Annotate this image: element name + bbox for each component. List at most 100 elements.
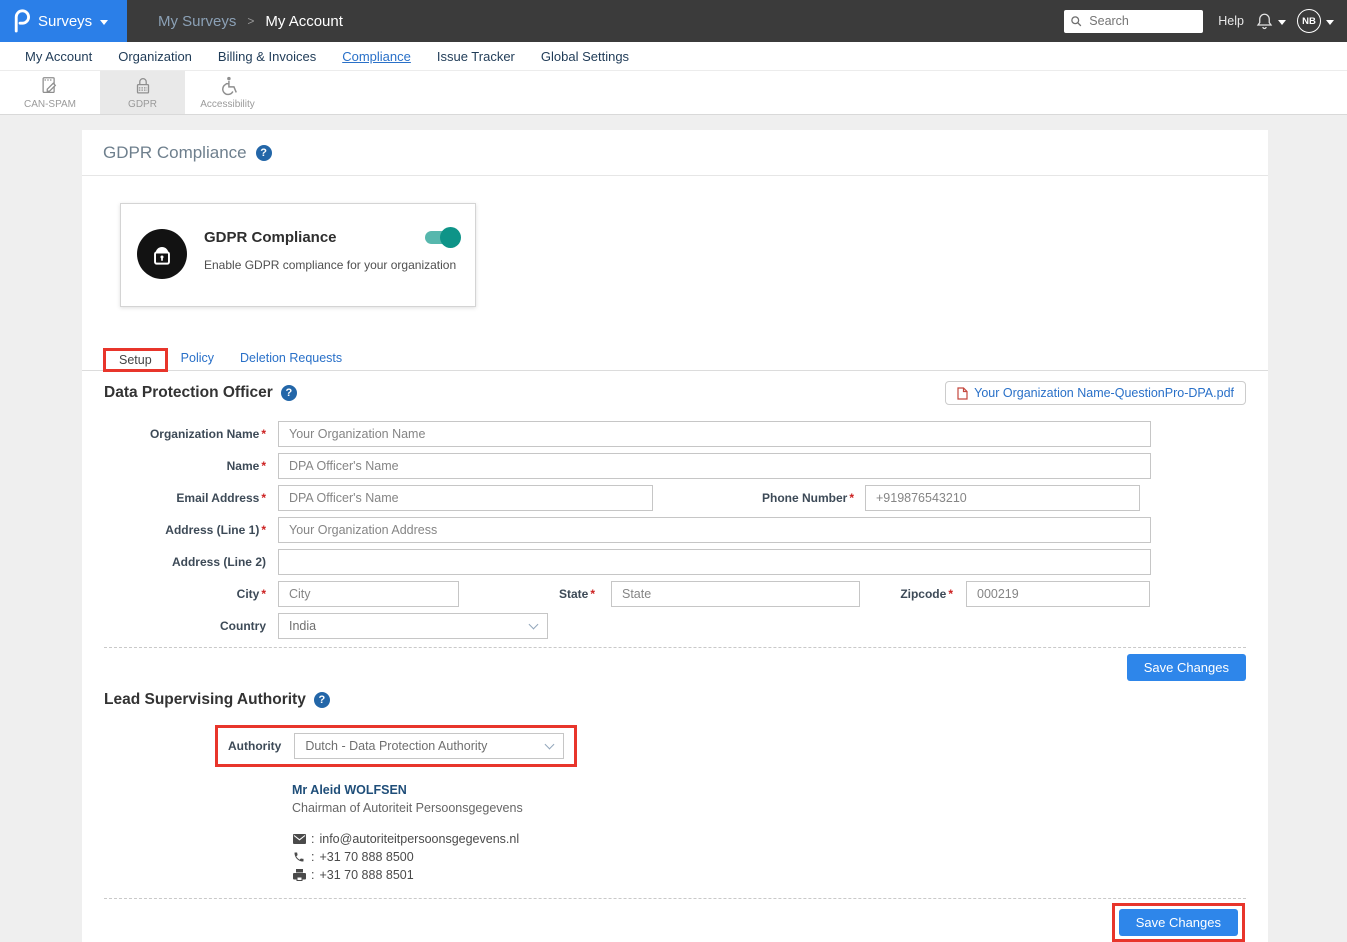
document-edit-icon (39, 75, 61, 97)
country-label: Country (104, 619, 278, 633)
account-menu[interactable]: NB (1297, 9, 1334, 33)
toggle-knob (440, 227, 461, 248)
lsa-heading: Lead Supervising Authority (104, 691, 306, 709)
required-marker: * (948, 587, 953, 601)
required-marker: * (261, 491, 266, 505)
tab-setup[interactable]: Setup (106, 348, 165, 372)
pdf-file-icon (957, 387, 968, 400)
organization-name-label: Organization Name* (104, 427, 278, 441)
zipcode-field[interactable] (966, 581, 1150, 607)
help-icon[interactable] (314, 692, 330, 708)
gdpr-card-title: GDPR Compliance (204, 229, 456, 246)
gdpr-toggle[interactable] (425, 231, 458, 244)
address-line2-label: Address (Line 2) (104, 555, 278, 569)
help-icon[interactable] (281, 385, 297, 401)
email-label: Email Address* (104, 491, 278, 505)
nav-item-organization[interactable]: Organization (105, 49, 205, 64)
required-marker: * (261, 523, 266, 537)
authority-label: Authority (228, 739, 281, 753)
country-select[interactable]: India (278, 613, 548, 639)
product-menu[interactable]: Surveys (0, 0, 127, 42)
contact-email-value: info@autoriteitpersoonsgegevens.nl (319, 832, 519, 846)
breadcrumb-my-account: My Account (265, 13, 343, 30)
required-marker: * (849, 491, 854, 505)
authority-select[interactable]: Dutch - Data Protection Authority (294, 733, 564, 759)
chevron-down-icon (1278, 20, 1286, 25)
form-row: Address (Line 2) (104, 549, 1246, 575)
annotation-box: Setup (103, 348, 168, 372)
tab-gdpr[interactable]: GDPR (100, 71, 185, 114)
account-nav: My Account Organization Billing & Invoic… (0, 42, 1347, 71)
tab-can-spam[interactable]: CAN-SPAM (0, 71, 100, 114)
section-divider (104, 647, 1246, 648)
annotation-box: Authority Dutch - Data Protection Author… (215, 725, 577, 767)
page-title-bar: GDPR Compliance (82, 130, 1268, 176)
nav-item-billing-invoices[interactable]: Billing & Invoices (205, 49, 329, 64)
authority-selected-value: Dutch - Data Protection Authority (305, 739, 487, 753)
contact-fax-line: : +31 70 888 8501 (292, 868, 1246, 882)
dpo-heading: Data Protection Officer (104, 384, 273, 402)
authority-contact-lines: : info@autoriteitpersoonsgegevens.nl : +… (292, 832, 1246, 882)
chevron-down-icon (1326, 20, 1334, 25)
address-line1-field[interactable] (278, 517, 1151, 543)
tab-policy[interactable]: Policy (168, 346, 227, 370)
search-box[interactable] (1064, 10, 1203, 33)
lsa-save-button[interactable]: Save Changes (1119, 909, 1238, 936)
tab-accessibility[interactable]: Accessibility (185, 71, 270, 114)
name-field[interactable] (278, 453, 1151, 479)
organization-name-field[interactable] (278, 421, 1151, 447)
tab-label: CAN-SPAM (24, 99, 76, 110)
nav-item-global-settings[interactable]: Global Settings (528, 49, 642, 64)
authority-contact-name: Mr Aleid WOLFSEN (292, 783, 1246, 797)
compliance-icon-tabs: CAN-SPAM GDPR Accessibility (0, 71, 1347, 115)
nav-item-compliance[interactable]: Compliance (329, 49, 424, 64)
setup-tabs-row: Setup Policy Deletion Requests (82, 344, 1268, 371)
tab-deletion-requests[interactable]: Deletion Requests (227, 346, 355, 370)
state-label: State* (459, 587, 611, 601)
search-input[interactable] (1087, 13, 1197, 29)
city-field[interactable] (278, 581, 459, 607)
wheelchair-icon (217, 75, 239, 97)
contact-fax-value: +31 70 888 8501 (319, 868, 413, 882)
authority-row: Authority Dutch - Data Protection Author… (215, 725, 1246, 767)
contact-separator: : (311, 868, 314, 882)
questionpro-logo-icon (11, 9, 30, 33)
lsa-save-row: Save Changes (104, 903, 1246, 942)
notifications-menu[interactable] (1255, 11, 1286, 31)
lsa-section-head: Lead Supervising Authority (104, 691, 1246, 709)
required-marker: * (261, 459, 266, 473)
state-field[interactable] (611, 581, 860, 607)
contact-separator: : (311, 850, 314, 864)
help-link[interactable]: Help (1218, 14, 1244, 28)
required-marker: * (590, 587, 595, 601)
form-row: Email Address* Phone Number* (104, 485, 1246, 511)
lock-badge-icon (137, 229, 187, 279)
chevron-down-icon (529, 619, 539, 629)
required-marker: * (261, 427, 266, 441)
form-row: City* State* Zipcode* (104, 581, 1246, 607)
product-menu-label: Surveys (38, 13, 92, 30)
nav-item-my-account[interactable]: My Account (12, 49, 105, 64)
dpa-pdf-button[interactable]: Your Organization Name-QuestionPro-DPA.p… (945, 381, 1246, 405)
contact-email-line: : info@autoriteitpersoonsgegevens.nl (292, 832, 1246, 846)
gdpr-toggle-card: GDPR Compliance Enable GDPR compliance f… (120, 203, 476, 307)
tab-label: Accessibility (200, 99, 254, 110)
phone-field[interactable] (865, 485, 1140, 511)
breadcrumb-my-surveys[interactable]: My Surveys (158, 13, 236, 30)
address-line2-field[interactable] (278, 549, 1151, 575)
chevron-down-icon (100, 20, 108, 25)
padlock-icon (132, 75, 154, 97)
dpo-save-button[interactable]: Save Changes (1127, 654, 1246, 681)
breadcrumb-separator: > (247, 14, 254, 28)
email-field[interactable] (278, 485, 653, 511)
section-divider (104, 898, 1246, 899)
address-line1-label: Address (Line 1)* (104, 523, 278, 537)
lsa-section: Lead Supervising Authority Authority Dut… (82, 691, 1268, 942)
name-label: Name* (104, 459, 278, 473)
nav-item-issue-tracker[interactable]: Issue Tracker (424, 49, 528, 64)
phone-label: Phone Number* (653, 491, 865, 505)
form-row: Country India (104, 613, 1246, 639)
chevron-down-icon (545, 739, 555, 749)
help-icon[interactable] (256, 145, 272, 161)
contact-separator: : (311, 832, 314, 846)
